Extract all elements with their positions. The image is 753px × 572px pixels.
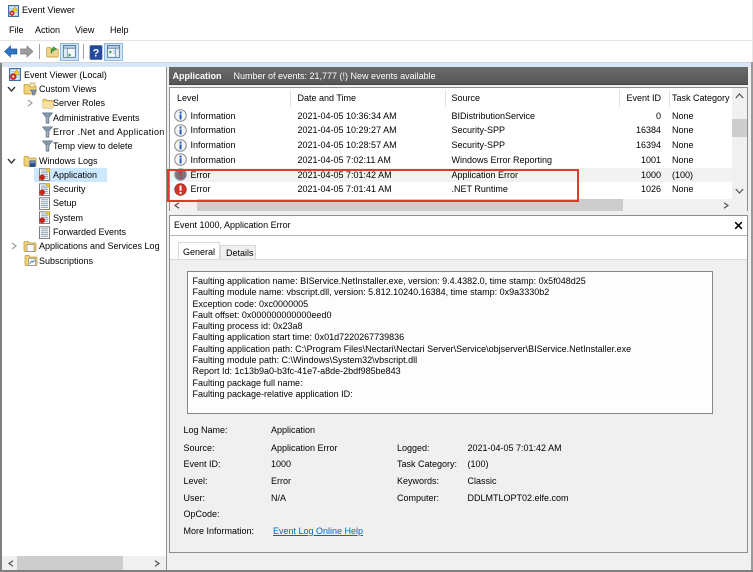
svg-text:?: ? bbox=[92, 47, 99, 59]
